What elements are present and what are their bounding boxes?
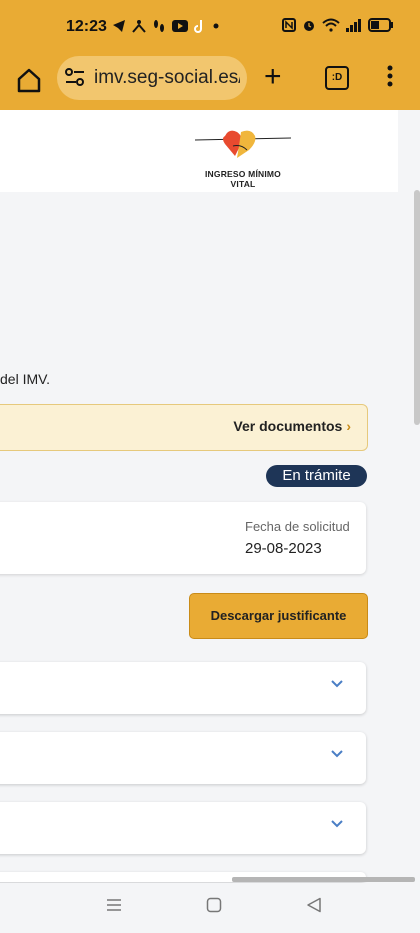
nfc-icon xyxy=(282,18,296,32)
logo-text: INGRESO MÍNIMO VITAL xyxy=(205,169,281,189)
footprints-icon xyxy=(154,20,164,32)
url-text[interactable]: imv.seg-social.es/ xyxy=(94,67,240,89)
vertical-scrollbar[interactable] xyxy=(414,190,420,425)
intro-text: del IMV. xyxy=(0,371,51,387)
home-button[interactable] xyxy=(14,65,44,95)
people-icon xyxy=(132,20,146,33)
system-navigation-bar xyxy=(0,883,420,933)
chevron-down-icon xyxy=(331,680,343,688)
status-time: 12:23 xyxy=(66,18,107,35)
date-label: Fecha de solicitud xyxy=(245,519,350,534)
tiktok-icon xyxy=(194,20,202,33)
date-value: 29-08-2023 xyxy=(245,540,322,557)
home-nav-icon[interactable] xyxy=(206,897,222,913)
telegram-icon xyxy=(113,20,125,32)
back-icon[interactable] xyxy=(306,897,322,913)
site-settings-icon[interactable] xyxy=(64,68,86,86)
download-receipt-button[interactable]: Descargar justificante xyxy=(189,593,368,639)
chevron-down-icon xyxy=(331,750,343,758)
application-date-card: Fecha de solicitud 29-08-2023 xyxy=(0,502,366,574)
youtube-icon xyxy=(172,20,188,32)
accordion-item[interactable] xyxy=(0,662,366,714)
wifi-icon xyxy=(322,18,340,32)
accordion-item[interactable] xyxy=(0,732,366,784)
imv-logo: INGRESO MÍNIMO VITAL xyxy=(193,126,293,189)
alarm-icon xyxy=(304,21,314,31)
more-options-icon[interactable] xyxy=(386,64,394,88)
system-icons xyxy=(282,18,394,32)
site-header: INGRESO MÍNIMO VITAL xyxy=(0,110,398,192)
home-icon xyxy=(17,68,41,93)
accordion-item[interactable] xyxy=(0,802,366,854)
view-documents-link[interactable]: Ver documentos › xyxy=(233,418,351,434)
status-badge: En trámite xyxy=(266,465,367,487)
view-documents-label: Ver documentos xyxy=(233,418,343,434)
chevron-right-icon: › xyxy=(346,418,351,434)
horizontal-scrollbar[interactable] xyxy=(232,877,415,882)
dot-icon xyxy=(213,23,219,29)
battery-icon xyxy=(368,18,393,32)
tab-switcher-button[interactable]: :D xyxy=(325,66,349,90)
new-tab-button[interactable]: + xyxy=(264,62,282,92)
status-bar: 12:23 xyxy=(0,0,420,56)
signal-icon xyxy=(346,19,361,32)
notification-icons xyxy=(112,19,220,33)
chevron-down-icon xyxy=(331,820,343,828)
browser-toolbar: imv.seg-social.es/ + :D xyxy=(0,56,420,110)
heart-hands-icon xyxy=(194,130,292,158)
documents-banner: Ver documentos › xyxy=(0,404,368,451)
recent-apps-icon[interactable] xyxy=(106,897,122,913)
